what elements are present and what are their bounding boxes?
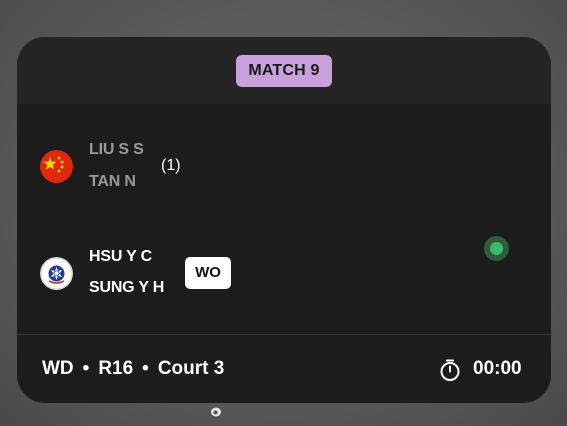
- team2-player2: SUNG Y H: [89, 279, 165, 296]
- event-label: WD: [42, 358, 74, 379]
- walkover-badge: WO: [185, 257, 231, 289]
- court-label: Court 3: [157, 358, 225, 379]
- team1-seed: (1): [161, 157, 181, 174]
- match-card[interactable]: MATCH 9 LIU S S TAN N (1) HSU Y C SUNG Y…: [17, 37, 551, 403]
- china-flag-icon: [40, 150, 73, 183]
- team1-player2: TAN N: [89, 173, 136, 190]
- team2-player1: HSU Y C: [89, 248, 152, 265]
- stopwatch-icon: [440, 359, 460, 381]
- divider: [17, 334, 551, 335]
- card-header: MATCH 9: [17, 37, 551, 104]
- round-label: R16: [98, 358, 134, 379]
- separator: •: [82, 358, 90, 379]
- match-number-badge: MATCH 9: [236, 55, 332, 87]
- chinese-taipei-flag-icon: [40, 257, 73, 290]
- team1-player1: LIU S S: [89, 141, 144, 158]
- live-indicator-core: [490, 242, 503, 255]
- separator: •: [142, 358, 149, 379]
- watermark-logo-icon: [211, 407, 221, 417]
- timer-value: 00:00: [473, 358, 522, 379]
- match-info: WD • R16 • Court 3: [42, 358, 224, 380]
- live-indicator-icon: [484, 236, 509, 261]
